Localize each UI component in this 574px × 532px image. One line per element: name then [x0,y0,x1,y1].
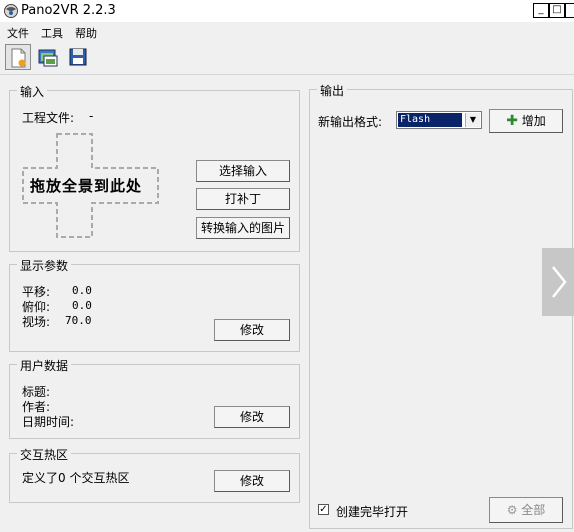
fov-value: 70.0 [65,314,92,327]
save-project-icon [69,48,87,66]
toolbar [0,40,574,75]
open-when-done-label: 创建完毕打开 [336,505,409,519]
select-input-button[interactable]: 选择输入 [196,160,290,182]
datetime-label: 日期时间: [22,415,75,429]
chevron-right-icon [552,266,567,298]
panorama-drop-area[interactable]: 拖放全景到此处 [22,133,168,238]
modify-user-data-button[interactable]: 修改 [214,406,290,428]
close-button[interactable] [565,3,574,18]
project-file-value: - [89,109,94,123]
project-file-label: 工程文件: [22,111,75,125]
build-all-button[interactable]: ⚙ 全部 [489,497,563,523]
maximize-button[interactable]: □ [549,3,565,18]
add-output-button[interactable]: ✚ 增加 [489,109,563,133]
drop-hint-text: 拖放全景到此处 [30,177,143,195]
hotspots-legend: 交互热区 [17,446,72,463]
new-project-button[interactable] [5,44,31,70]
new-output-format-label: 新输出格式: [318,115,383,129]
minimize-button[interactable]: _ [533,3,549,18]
menu-tools[interactable]: 工具 [41,25,63,41]
output-format-select[interactable]: Flash ▼ [396,111,482,129]
gears-icon: ⚙ [506,503,518,517]
output-format-value: Flash [398,113,462,127]
chevron-down-icon[interactable]: ▼ [465,113,480,127]
title-bar: Pano2VR 2.2.3 _ □ [0,0,574,22]
display-params-legend: 显示参数 [17,257,72,274]
convert-input-button[interactable]: 转换输入的图片 [196,217,290,239]
fov-label: 视场: [22,315,51,329]
patch-button[interactable]: 打补丁 [196,188,290,210]
menu-bar: 文件 工具 帮助 [0,22,574,40]
pan-value: 0.0 [72,284,92,297]
hotspots-summary: 定义了0 个交互热区 [22,471,130,485]
next-overlay-button[interactable] [542,248,574,316]
save-project-button[interactable] [65,44,91,70]
build-all-label: 全部 [521,503,546,517]
menu-help[interactable]: 帮助 [75,25,97,41]
output-legend: 输出 [317,82,348,99]
user-data-legend: 用户数据 [17,357,72,374]
open-project-icon [38,49,58,67]
output-group: 输出 [309,82,573,529]
menu-file[interactable]: 文件 [7,25,29,41]
modify-display-params-button[interactable]: 修改 [214,319,290,341]
app-icon [4,4,18,18]
new-project-icon [11,48,26,68]
open-project-button[interactable] [35,44,61,70]
open-when-done-checkbox[interactable]: ✓ [318,504,329,515]
add-output-label: 增加 [521,114,546,128]
input-legend: 输入 [17,83,48,100]
tilt-value: 0.0 [72,299,92,312]
window-title: Pano2VR 2.2.3 [21,3,116,18]
plus-icon: ✚ [506,113,518,129]
modify-hotspots-button[interactable]: 修改 [214,470,290,492]
